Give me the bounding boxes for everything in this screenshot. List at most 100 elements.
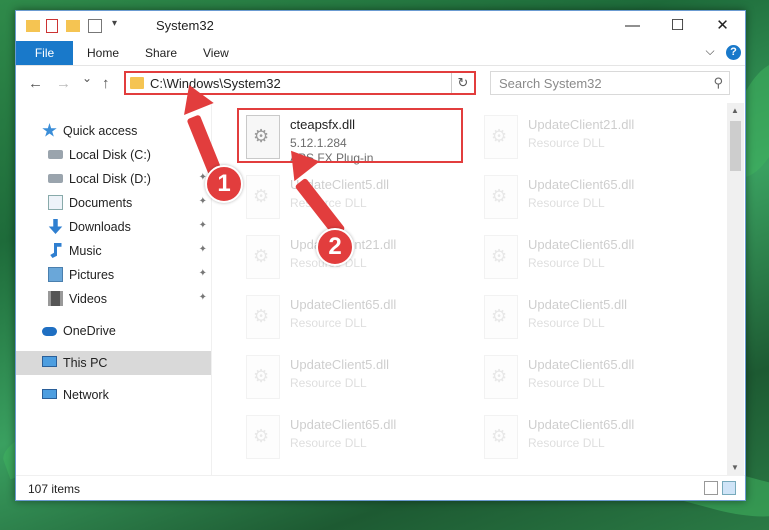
computer-icon [42,356,57,367]
file-name: UpdateClient5.dll [528,297,628,312]
pin-icon: ✦ [198,268,207,279]
sidebar-item-videos[interactable]: Videos ✦ [16,287,211,311]
file-name: UpdateClient65.dll [528,357,635,372]
file-name: UpdateClient65.dll [528,177,635,192]
dll-file-icon [484,235,518,279]
explorer-window: ▾ System32 — ☐ ✕ File Home Share View ⌵ … [15,10,746,501]
window-title: System32 [156,18,214,33]
file-description: Resource DLL [528,136,605,150]
pin-icon: ✦ [198,292,207,303]
sidebar-item-onedrive[interactable]: OneDrive [16,319,211,343]
download-icon [48,219,63,234]
minimize-button[interactable]: — [610,11,655,41]
scroll-up-icon[interactable]: ▲ [731,106,739,115]
properties-icon[interactable] [46,19,58,33]
help-icon[interactable]: ? [726,45,741,60]
sidebar-item-label: OneDrive [63,324,116,338]
sidebar-item-label: Music [69,244,102,258]
sidebar-item-label: Local Disk (D:) [69,172,151,186]
sidebar-item-music[interactable]: Music ✦ [16,239,211,263]
sidebar-item-quick-access[interactable]: Quick access [16,119,211,143]
recent-locations-button[interactable]: ⌄ [82,71,92,85]
dll-file-icon [484,415,518,459]
sidebar-item-this-pc[interactable]: This PC [16,351,211,375]
new-folder-icon[interactable] [66,20,80,32]
sidebar-item-network[interactable]: Network [16,383,211,407]
sidebar-item-documents[interactable]: Documents ✦ [16,191,211,215]
sidebar-item-downloads[interactable]: Downloads ✦ [16,215,211,239]
file-name: UpdateClient65.dll [528,237,635,252]
file-item[interactable]: UpdateClient65.dll Resource DLL [476,171,706,229]
file-item[interactable]: UpdateClient65.dll Resource DLL [476,351,706,409]
file-name: UpdateClient65.dll [290,417,397,432]
status-bar: 107 items [16,475,745,500]
quick-access-toolbar-icon[interactable] [88,19,102,33]
drive-icon [48,150,63,159]
search-input[interactable]: Search System32 ⚲ [490,71,730,95]
tab-file[interactable]: File [16,41,73,65]
file-description: Resource DLL [528,436,605,450]
file-item[interactable]: UpdateClient65.dll Resource DLL [238,291,468,349]
navigation-bar: ← → ⌄ ↑ C:\Windows\System32 ↻ Search Sys… [16,65,745,101]
sidebar-item-label: Local Disk (C:) [69,148,151,162]
tab-share[interactable]: Share [145,41,177,65]
file-item[interactable]: UpdateClient65.dll Resource DLL [476,411,706,469]
dll-file-icon [484,175,518,219]
pictures-icon [48,267,63,282]
maximize-button[interactable]: ☐ [655,11,700,41]
file-item[interactable]: UpdateClient65.dll Resource DLL [238,411,468,469]
file-name: UpdateClient65.dll [528,417,635,432]
tab-view[interactable]: View [203,41,229,65]
sidebar-item-label: Videos [69,292,107,306]
scroll-down-icon[interactable]: ▼ [731,463,739,472]
vertical-scrollbar[interactable]: ▲ ▼ [727,103,744,475]
forward-button[interactable]: → [56,75,71,92]
file-item[interactable]: UpdateClient21.dll Resource DLL [476,111,706,169]
music-icon [50,243,62,258]
file-description: Resource DLL [528,256,605,270]
folder-icon [130,77,144,89]
file-description: Resource DLL [528,196,605,210]
up-button[interactable]: ↑ [102,75,110,92]
sidebar-item-label: Pictures [69,268,115,282]
sidebar-item-label: Quick access [63,124,138,138]
details-view-icon[interactable] [704,481,718,495]
dll-file-icon [484,115,518,159]
sidebar-item-label: Downloads [69,220,131,234]
callout-badge-1: 1 [205,165,243,203]
customize-toolbar-icon[interactable]: ▾ [112,18,117,36]
file-name: UpdateClient21.dll [528,117,635,132]
file-description: Resource DLL [528,376,605,390]
videos-icon [48,291,63,306]
cloud-icon [42,327,57,336]
expand-ribbon-icon[interactable]: ⌵ [706,44,715,58]
ribbon: File Home Share View ⌵ ? [16,41,745,66]
file-item[interactable]: UpdateClient5.dll Resource DLL [476,291,706,349]
sidebar-item-local-disk-d[interactable]: Local Disk (D:) ✦ [16,167,211,191]
search-placeholder: Search System32 [499,76,602,91]
address-path: C:\Windows\System32 [150,76,281,91]
drive-icon [48,174,63,183]
file-item[interactable]: UpdateClient21.dllResource DLL [238,231,468,289]
file-description: Resource DLL [290,376,367,390]
star-icon [42,123,57,137]
item-count: 107 items [28,482,81,496]
network-icon [42,389,57,399]
search-icon: ⚲ [713,75,723,90]
tab-home[interactable]: Home [87,41,119,65]
pin-icon: ✦ [198,244,207,255]
back-button[interactable]: ← [28,75,43,92]
sidebar-item-label: Network [63,388,109,402]
file-highlight-box [237,108,463,163]
large-icons-view-icon[interactable] [722,481,736,495]
sidebar-item-local-disk-c[interactable]: Local Disk (C:)✦ [16,143,211,167]
close-button[interactable]: ✕ [700,11,745,41]
scrollbar-thumb[interactable] [730,121,741,171]
refresh-icon[interactable]: ↻ [451,73,474,93]
file-description: Resource DLL [528,316,605,330]
sidebar-item-pictures[interactable]: Pictures ✦ [16,263,211,287]
file-item[interactable]: UpdateClient65.dll Resource DLL [476,231,706,289]
file-item[interactable]: UpdateClient5.dllResource DLL [238,171,468,229]
documents-icon [48,195,63,210]
file-item[interactable]: UpdateClient5.dllResource DLL [238,351,468,409]
